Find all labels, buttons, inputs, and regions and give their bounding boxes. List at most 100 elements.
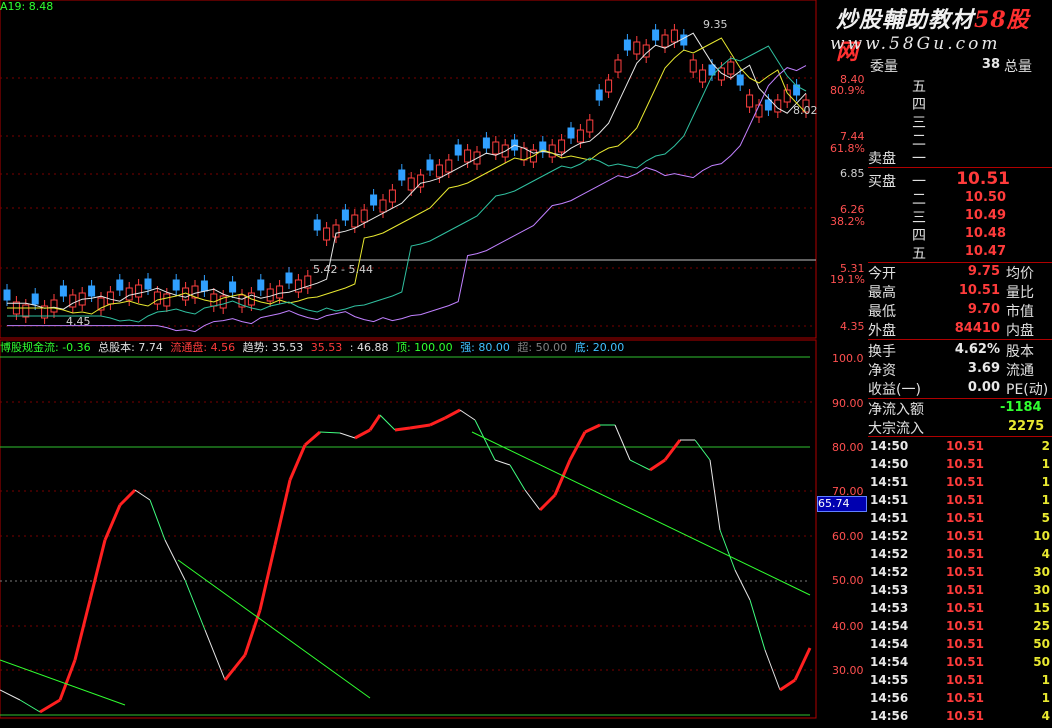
tick-row: 14:52 10.51 10 — [868, 527, 1052, 545]
buy-level: 五 — [912, 246, 926, 262]
flow-value: -1184 — [1000, 400, 1042, 415]
candle-body — [379, 199, 387, 213]
candle-body — [88, 285, 96, 297]
indicator-line — [649, 458, 666, 472]
buy-level: 一 — [912, 174, 926, 190]
stat-right-label: 股本 — [1006, 344, 1034, 360]
tick-volume: 30 — [1033, 565, 1050, 579]
indicator-line — [149, 499, 166, 541]
sell-level: 二 — [912, 133, 926, 149]
indicator-header-item: 博股规金流: -0.36 — [0, 341, 91, 354]
buy-level: 二 — [912, 192, 926, 208]
tick-time: 14:52 — [870, 547, 909, 561]
sell-level: 一 — [912, 151, 926, 167]
candle-body — [492, 141, 500, 155]
stat-right-label: 内盘 — [1006, 323, 1034, 339]
indicator-line — [19, 699, 41, 713]
candle-body — [699, 69, 707, 83]
candle-body — [276, 285, 284, 299]
indicator-line — [568, 431, 587, 461]
candle-body — [623, 39, 631, 51]
tick-volume: 1 — [1041, 475, 1050, 489]
tick-time: 14:51 — [870, 475, 909, 489]
indicator-line — [538, 493, 557, 512]
tick-volume: 4 — [1041, 547, 1050, 561]
indicator-line — [134, 489, 151, 501]
tick-time: 14:53 — [870, 601, 909, 615]
candle-body — [3, 289, 11, 301]
kline-chart-svg[interactable] — [0, 0, 820, 728]
stat-right-label: 均价 — [1006, 266, 1034, 282]
candle-body — [435, 164, 443, 178]
tick-time: 14:56 — [870, 691, 909, 705]
candle-body — [69, 294, 77, 308]
candle-body — [576, 129, 584, 143]
tick-row: 14:53 10.51 30 — [868, 581, 1052, 599]
candle-body — [548, 144, 556, 158]
indicator-header-item: 强: 80.00 — [460, 341, 510, 354]
stat-right-label: 量比 — [1006, 285, 1034, 301]
tick-price: 10.51 — [946, 691, 984, 705]
tick-time: 14:50 — [870, 457, 909, 471]
right-price-annotation: 8.02 — [793, 104, 818, 117]
tick-price: 10.51 — [946, 439, 984, 453]
stat-right-label: 流通 — [1006, 363, 1034, 379]
buy-price: 10.48 — [964, 226, 1006, 241]
tick-volume: 50 — [1033, 637, 1050, 651]
candle-body — [163, 293, 171, 307]
stat-label: 今开 — [868, 266, 896, 282]
stat-value: 0.00 — [967, 380, 1000, 395]
candle-body — [661, 34, 669, 48]
indicator-header-item: 趋势: 35.53 — [242, 341, 304, 354]
buy-level: 三 — [912, 210, 926, 226]
indicator-line — [749, 599, 766, 651]
candle-body — [764, 99, 772, 111]
range-annotation: 5.42 - 5.44 — [313, 263, 373, 276]
tick-row: 14:55 10.51 1 — [868, 671, 1052, 689]
tick-volume: 10 — [1033, 529, 1050, 543]
tick-time: 14:51 — [870, 511, 909, 525]
candle-body — [746, 94, 754, 108]
candle-body — [482, 137, 490, 149]
indicator-line — [103, 504, 122, 541]
tick-row: 14:54 10.51 50 — [868, 635, 1052, 653]
buy-price: 10.50 — [964, 190, 1006, 205]
divider — [868, 339, 1052, 340]
indicator-line — [394, 426, 411, 432]
indicator-line — [58, 659, 77, 701]
tick-time: 14:52 — [870, 529, 909, 543]
candle-body — [586, 119, 594, 133]
tick-price: 10.51 — [946, 565, 984, 579]
indicator-line — [474, 419, 496, 461]
indicator-line — [273, 479, 292, 546]
buy-label: 买盘 — [868, 174, 896, 190]
stat-value: 84410 — [954, 321, 1000, 336]
stat-label: 最低 — [868, 304, 896, 320]
candle-body — [153, 291, 161, 305]
candle-body — [370, 194, 378, 206]
tick-volume: 25 — [1033, 619, 1050, 633]
quote-panel: 炒股輔助教材58股网 www.58Gu.com 委量 38 总量 五 四 三 二… — [820, 0, 1052, 728]
indicator-line — [509, 464, 526, 491]
candle-body — [407, 177, 415, 191]
indicator-line — [304, 430, 321, 447]
tick-row: 14:53 10.51 15 — [868, 599, 1052, 617]
candle-body — [210, 293, 218, 307]
indicator-line — [288, 444, 307, 481]
stat-right-label: 市值 — [1006, 304, 1034, 320]
tick-time: 14:56 — [870, 709, 909, 723]
stat-label: 最高 — [868, 285, 896, 301]
buy-level: 四 — [912, 228, 926, 244]
candle-body — [116, 279, 124, 291]
chart-area[interactable]: A19: 8.48 8.40 80.9% 7.44 61.8% 6.85 6.2… — [0, 0, 867, 728]
candle-body — [558, 139, 566, 153]
indicator-header-item: 顶: 100.00 — [395, 341, 453, 354]
indicator-line — [379, 414, 396, 431]
indicator-line — [39, 698, 61, 714]
tick-row: 14:52 10.51 4 — [868, 545, 1052, 563]
candle-body — [727, 61, 735, 75]
total-volume-label: 总量 — [1004, 59, 1032, 75]
indicator-line — [764, 649, 781, 691]
tick-price: 10.51 — [946, 601, 984, 615]
tick-volume: 5 — [1041, 511, 1050, 525]
